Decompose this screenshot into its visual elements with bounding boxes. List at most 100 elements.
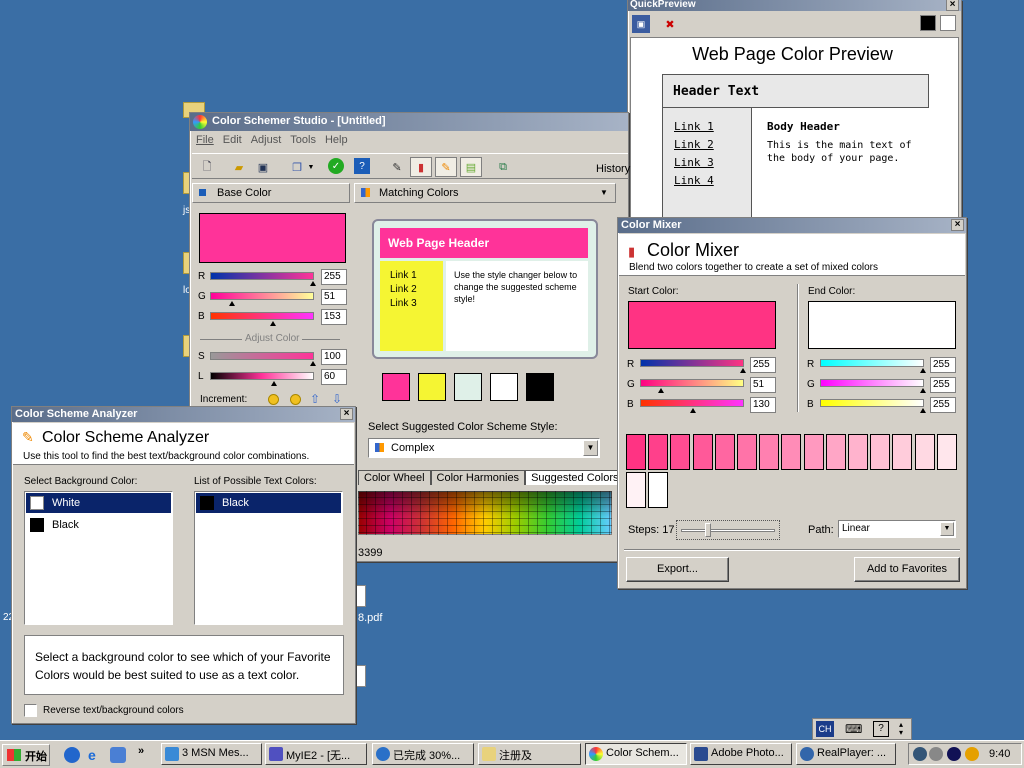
start-button[interactable]: 开始 <box>2 744 50 766</box>
color-swatch[interactable] <box>526 373 554 401</box>
desktop-file-icon[interactable] <box>356 665 366 687</box>
reverse-checkbox[interactable] <box>24 704 37 717</box>
options-icon[interactable]: ▴ ▾ <box>899 721 903 737</box>
delete-icon[interactable]: ✖ <box>661 15 679 33</box>
mixed-color-swatch[interactable] <box>714 434 735 470</box>
preview-link[interactable]: Link 2 <box>674 138 714 151</box>
up-arrow-icon[interactable]: ⇧ <box>310 392 320 406</box>
quickpreview-tool-icon[interactable]: ▤ <box>460 157 482 177</box>
help-icon[interactable]: ? <box>354 158 370 174</box>
s-slider-thumb[interactable] <box>310 361 316 366</box>
end-r-thumb[interactable] <box>920 368 926 373</box>
close-icon[interactable]: × <box>946 0 959 11</box>
mixed-color-swatch[interactable] <box>670 434 691 470</box>
steps-slider[interactable] <box>676 520 780 540</box>
start-b-thumb[interactable] <box>690 408 696 413</box>
check-icon[interactable]: ✓ <box>328 158 344 174</box>
close-icon[interactable]: × <box>951 219 964 231</box>
add-to-favorites-button[interactable]: Add to Favorites <box>854 557 960 582</box>
l-slider-thumb[interactable] <box>271 381 277 386</box>
start-g-input[interactable]: 51 <box>750 377 776 393</box>
start-r-slider[interactable] <box>640 359 744 367</box>
chevron-down-icon[interactable]: ▼ <box>940 522 954 536</box>
list-item[interactable]: Black <box>26 515 171 535</box>
menu-help[interactable]: Help <box>325 134 348 146</box>
increment-dot-icon[interactable] <box>268 394 279 405</box>
menu-file[interactable]: File <box>196 134 214 146</box>
quicklaunch-ie-icon[interactable]: e <box>88 747 96 763</box>
base-color-swatch[interactable] <box>199 213 346 263</box>
path-select[interactable]: Linear ▼ <box>838 520 956 538</box>
mixed-color-swatch[interactable] <box>648 472 669 508</box>
chevron-right-icon[interactable]: » <box>138 745 144 757</box>
bg-color-list[interactable]: White Black <box>24 491 173 625</box>
preview-link[interactable]: Link 2 <box>390 283 433 297</box>
r-slider[interactable] <box>210 272 314 280</box>
l-slider[interactable] <box>210 372 314 380</box>
r-input[interactable]: 255 <box>321 269 347 285</box>
mixed-color-swatch[interactable] <box>914 434 935 470</box>
analyzer-tool-icon[interactable]: ✎ <box>435 157 457 177</box>
eyedropper-icon[interactable]: ✎ <box>388 158 406 176</box>
end-b-input[interactable]: 255 <box>930 397 956 413</box>
mixed-color-swatch[interactable] <box>692 434 713 470</box>
end-g-slider[interactable] <box>820 379 924 387</box>
s-slider[interactable] <box>210 352 314 360</box>
mixed-color-swatch[interactable] <box>825 434 846 470</box>
white-swatch-button[interactable] <box>940 15 956 31</box>
taskbar-button-myie2[interactable]: MyIE2 - [无... <box>265 743 367 765</box>
analyzer-titlebar[interactable]: Color Scheme Analyzer × <box>12 407 355 422</box>
end-g-thumb[interactable] <box>920 388 926 393</box>
list-item[interactable]: Black <box>196 493 341 513</box>
taskbar-button-color-schemer[interactable]: Color Schem... <box>585 743 687 765</box>
b-input[interactable]: 153 <box>321 309 347 325</box>
start-g-thumb[interactable] <box>658 388 664 393</box>
language-indicator[interactable]: CH <box>816 721 834 737</box>
start-b-input[interactable]: 130 <box>750 397 776 413</box>
taskbar-button-folder[interactable]: 注册及 <box>478 743 581 765</box>
end-r-slider[interactable] <box>820 359 924 367</box>
preview-link[interactable]: Link 3 <box>674 156 714 169</box>
menu-adjust[interactable]: Adjust <box>251 134 282 146</box>
mixer-titlebar[interactable]: Color Mixer × <box>618 218 966 233</box>
menu-tools[interactable]: Tools <box>290 134 316 146</box>
color-swatch[interactable] <box>418 373 446 401</box>
tray-icon[interactable] <box>965 747 979 761</box>
preview-link[interactable]: Link 1 <box>390 269 433 283</box>
save-icon[interactable]: ▣ <box>632 15 650 33</box>
start-b-slider[interactable] <box>640 399 744 407</box>
history-label[interactable]: History <box>596 163 630 175</box>
save-icon[interactable]: ▣ <box>254 158 272 176</box>
preview-link[interactable]: Link 3 <box>390 297 433 311</box>
mixed-color-swatch[interactable] <box>626 472 646 508</box>
quicklaunch-media-icon[interactable] <box>64 747 80 763</box>
start-r-input[interactable]: 255 <box>750 357 776 373</box>
tab-color-wheel[interactable]: Color Wheel <box>358 470 431 485</box>
export-button[interactable]: Export... <box>626 557 729 582</box>
color-swatch[interactable] <box>454 373 482 401</box>
mixed-color-swatch[interactable] <box>870 434 891 470</box>
taskbar-button-msn[interactable]: 3 MSN Mes... <box>161 743 262 765</box>
mixed-color-swatch[interactable] <box>648 434 669 470</box>
end-g-input[interactable]: 255 <box>930 377 956 393</box>
new-icon[interactable]: 🗋 <box>198 158 216 176</box>
g-slider[interactable] <box>210 292 314 300</box>
mixed-color-swatch[interactable] <box>737 434 757 470</box>
mixed-color-swatch[interactable] <box>892 434 913 470</box>
menu-edit[interactable]: Edit <box>223 134 242 146</box>
help-icon[interactable]: ? <box>873 721 889 737</box>
dropdown-arrow-icon[interactable]: ▼ <box>306 158 316 176</box>
text-color-list[interactable]: Black <box>194 491 343 625</box>
mixed-color-swatch[interactable] <box>781 434 802 470</box>
tray-icon[interactable] <box>913 747 927 761</box>
start-r-thumb[interactable] <box>740 368 746 373</box>
mixed-color-swatch[interactable] <box>936 434 957 470</box>
chevron-down-icon[interactable]: ▼ <box>600 188 608 197</box>
mixed-color-swatch[interactable] <box>626 434 646 470</box>
l-input[interactable]: 60 <box>321 369 347 385</box>
g-input[interactable]: 51 <box>321 289 347 305</box>
preview-link[interactable]: Link 1 <box>674 120 714 133</box>
b-slider-thumb[interactable] <box>270 321 276 326</box>
desktop-file-icon[interactable] <box>356 585 366 607</box>
taskbar-button-download[interactable]: 已完成 30%... <box>372 743 474 765</box>
